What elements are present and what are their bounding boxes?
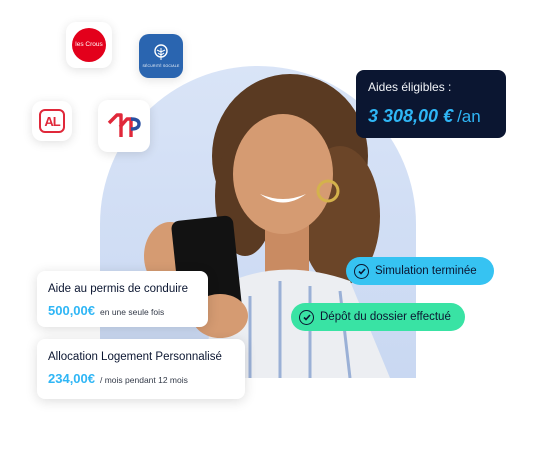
tree-icon [154,44,168,60]
depot-status-label: Dépôt du dossier effectué [320,311,451,323]
aid-card-title: Aide au permis de conduire [48,283,188,295]
eligible-aid-label: Aides éligibles : [368,80,452,94]
aid-card-title: Allocation Logement Personnalisé [48,351,222,363]
eligible-aid-amount: 3 308,00 € [368,106,454,126]
depot-status-badge: Dépôt du dossier effectué [291,303,465,331]
crous-logo-tile: les Crous [66,22,112,68]
caf-logo: SÉCURITÉ SOCIALE [142,44,179,68]
simulation-status-badge: Simulation terminée [346,257,494,285]
simulation-status-label: Simulation terminée [375,265,477,277]
pp-logo-icon [107,113,141,137]
al-logo-tile: AL [32,101,72,141]
pp-logo-tile [98,100,150,152]
aid-card-note: en une seule fois [100,307,165,317]
aid-card-allocation: Allocation Logement Personnalisé 234,00€… [37,339,245,399]
eligible-aid-unit: /an [457,107,481,126]
crous-logo: les Crous [72,28,106,62]
eligible-aid-card: Aides éligibles : 3 308,00 € /an [356,70,506,138]
aid-card-note: / mois pendant 12 mois [100,375,188,385]
check-circle-icon [354,263,369,279]
aid-card-amount: 234,00€ [48,371,95,386]
caf-logo-tile: SÉCURITÉ SOCIALE [139,34,183,78]
aid-card-amount: 500,00€ [48,303,95,318]
al-logo: AL [39,109,65,133]
check-circle-icon [299,309,314,325]
aid-card-permis: Aide au permis de conduire 500,00€ en un… [37,271,208,327]
